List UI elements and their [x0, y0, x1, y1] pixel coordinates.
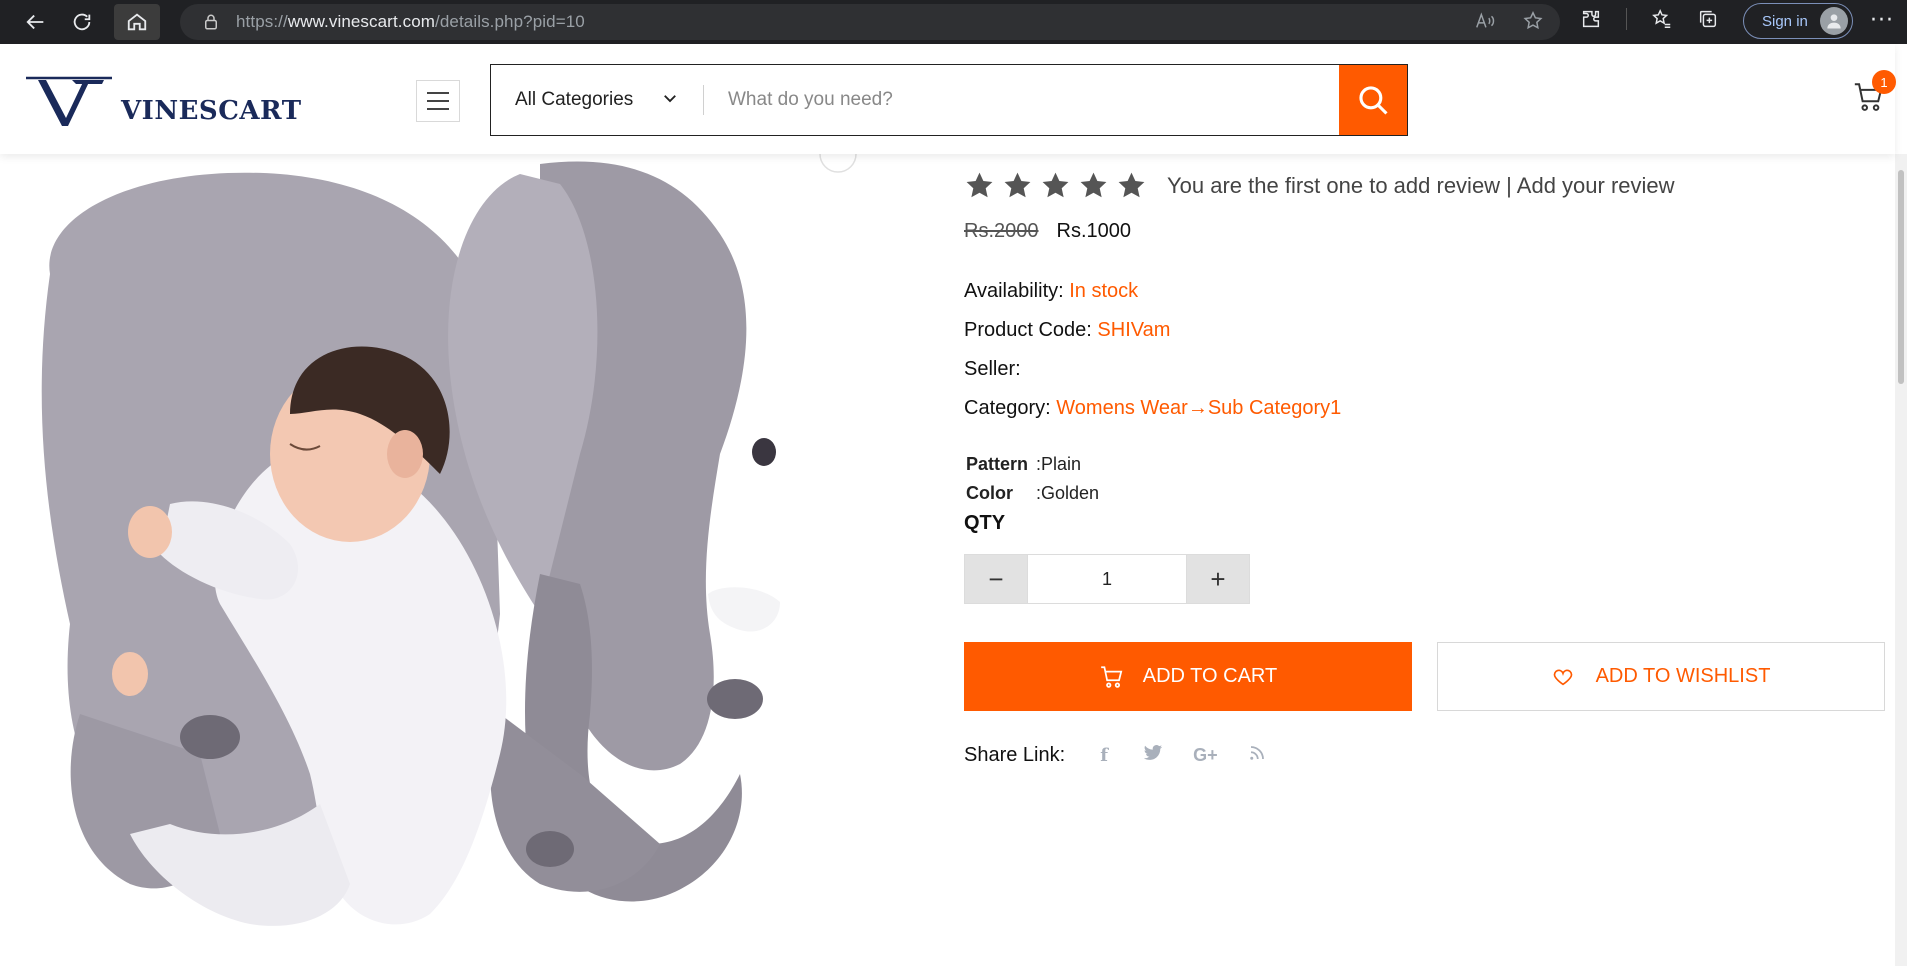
- attribute-key: Color: [966, 483, 1013, 503]
- sign-in-button[interactable]: Sign in: [1743, 3, 1853, 39]
- cart-button[interactable]: 1: [1852, 70, 1896, 120]
- arrow-right-icon: →: [1187, 397, 1208, 419]
- category-label: Category:: [964, 397, 1051, 419]
- share-icons: f G+: [1095, 744, 1266, 767]
- lock-icon: [205, 14, 217, 30]
- hamburger-bar: [427, 100, 449, 102]
- page-scrollbar[interactable]: [1895, 154, 1907, 966]
- url-text: https://www.vinescart.com/details.php?pi…: [236, 12, 585, 32]
- url-path: /details.php?pid=10: [435, 12, 585, 31]
- home-button[interactable]: [114, 4, 160, 40]
- search-input[interactable]: [704, 65, 1339, 135]
- availability-label: Availability:: [964, 280, 1064, 302]
- menu-toggle-button[interactable]: [416, 80, 460, 122]
- collections-icon[interactable]: [1697, 8, 1719, 30]
- url-prefix: https://: [236, 12, 288, 31]
- add-to-wishlist-label: ADD TO WISHLIST: [1595, 665, 1771, 687]
- logo-wordmark: VINESCART: [121, 96, 302, 126]
- qty-input[interactable]: 1: [1027, 555, 1187, 603]
- star-icon[interactable]: [1040, 170, 1071, 201]
- seller-row: Seller:: [964, 358, 1021, 381]
- chevron-down-icon: [664, 95, 676, 103]
- availability-value: In stock: [1069, 280, 1139, 302]
- category-link[interactable]: Womens Wear: [1056, 397, 1188, 419]
- seller-label: Seller:: [964, 358, 1021, 380]
- hamburger-bar: [427, 108, 449, 110]
- product-code-row: Product Code: SHIVam: [964, 319, 1170, 342]
- hamburger-bar: [427, 92, 449, 94]
- availability-row: Availability: In stock: [964, 280, 1138, 303]
- url-domain: www.vinescart.com: [287, 12, 436, 31]
- shopping-cart-icon: [1100, 665, 1123, 688]
- favorite-add-icon[interactable]: [1522, 10, 1544, 32]
- add-to-cart-button[interactable]: ADD TO CART: [964, 642, 1412, 711]
- sale-price: Rs.1000: [1056, 220, 1132, 242]
- attribute-value: :Golden: [1036, 483, 1100, 503]
- attribute-row: Pattern :Plain: [966, 454, 1081, 475]
- twitter-icon[interactable]: [1143, 744, 1163, 767]
- product-code-value: SHIVam: [1097, 319, 1171, 341]
- rating-stars: [964, 170, 1147, 201]
- logo-v-mark-icon: [26, 76, 112, 126]
- star-icon[interactable]: [1116, 170, 1147, 201]
- toolbar-divider: [1626, 8, 1627, 30]
- cart-count-badge: 1: [1872, 70, 1896, 94]
- refresh-button[interactable]: [60, 4, 104, 40]
- profile-avatar-icon: [1820, 7, 1848, 35]
- add-review-link[interactable]: You are the first one to add review | Ad…: [1167, 173, 1675, 199]
- qty-decrease-button[interactable]: −: [965, 555, 1027, 603]
- address-bar[interactable]: https://www.vinescart.com/details.php?pi…: [180, 4, 1560, 40]
- qty-increase-button[interactable]: +: [1187, 555, 1249, 603]
- category-select[interactable]: All Categories: [491, 65, 703, 135]
- product-photo: [41, 154, 857, 926]
- original-price: Rs.2000: [964, 220, 1039, 242]
- rating-row: You are the first one to add review | Ad…: [964, 170, 1675, 201]
- add-to-wishlist-button[interactable]: ADD TO WISHLIST: [1437, 642, 1885, 711]
- search-bar: All Categories: [490, 64, 1408, 136]
- share-label: Share Link:: [964, 744, 1066, 766]
- refresh-icon: [73, 13, 91, 31]
- add-to-cart-label: ADD TO CART: [1142, 665, 1278, 687]
- category-select-label: All Categories: [515, 89, 634, 110]
- search-button[interactable]: [1339, 65, 1407, 135]
- attribute-row: Color :Golden: [966, 483, 1099, 504]
- address-bar-actions: [1474, 10, 1544, 32]
- qty-label: QTY: [964, 512, 1006, 534]
- attribute-value: :Plain: [1036, 454, 1082, 474]
- attribute-key: Pattern: [966, 454, 1029, 474]
- site-logo[interactable]: VINESCART: [24, 70, 301, 132]
- google-plus-icon[interactable]: G+: [1193, 745, 1218, 766]
- arrow-left-icon: [26, 14, 44, 30]
- site-header: VINESCART All Categories 1: [0, 44, 1896, 154]
- product-image[interactable]: [20, 154, 880, 944]
- search-icon: [1359, 86, 1388, 115]
- price-row: Rs.2000 Rs.1000: [964, 220, 1131, 243]
- subcategory-link[interactable]: Sub Category1: [1208, 397, 1341, 419]
- rss-icon[interactable]: [1248, 744, 1266, 767]
- browser-extension-icons: [1580, 8, 1719, 30]
- favorites-icon[interactable]: [1651, 8, 1673, 30]
- star-icon[interactable]: [964, 170, 995, 201]
- back-button[interactable]: [14, 4, 58, 40]
- read-aloud-icon[interactable]: [1474, 10, 1496, 32]
- category-row: Category: Womens Wear→Sub Category1: [964, 397, 1341, 420]
- extensions-icon[interactable]: [1580, 8, 1602, 30]
- heart-icon: [1553, 669, 1572, 685]
- product-code-label: Product Code:: [964, 319, 1092, 341]
- star-icon[interactable]: [1078, 170, 1109, 201]
- sign-in-label: Sign in: [1762, 12, 1808, 30]
- share-row: Share Link: f G+: [964, 744, 1266, 767]
- facebook-icon[interactable]: f: [1095, 745, 1113, 766]
- star-icon[interactable]: [1002, 170, 1033, 201]
- home-icon: [127, 13, 147, 31]
- quantity-stepper: − 1 +: [964, 554, 1250, 604]
- scrollbar-thumb[interactable]: [1898, 170, 1904, 384]
- more-menu-icon[interactable]: ···: [1870, 8, 1894, 33]
